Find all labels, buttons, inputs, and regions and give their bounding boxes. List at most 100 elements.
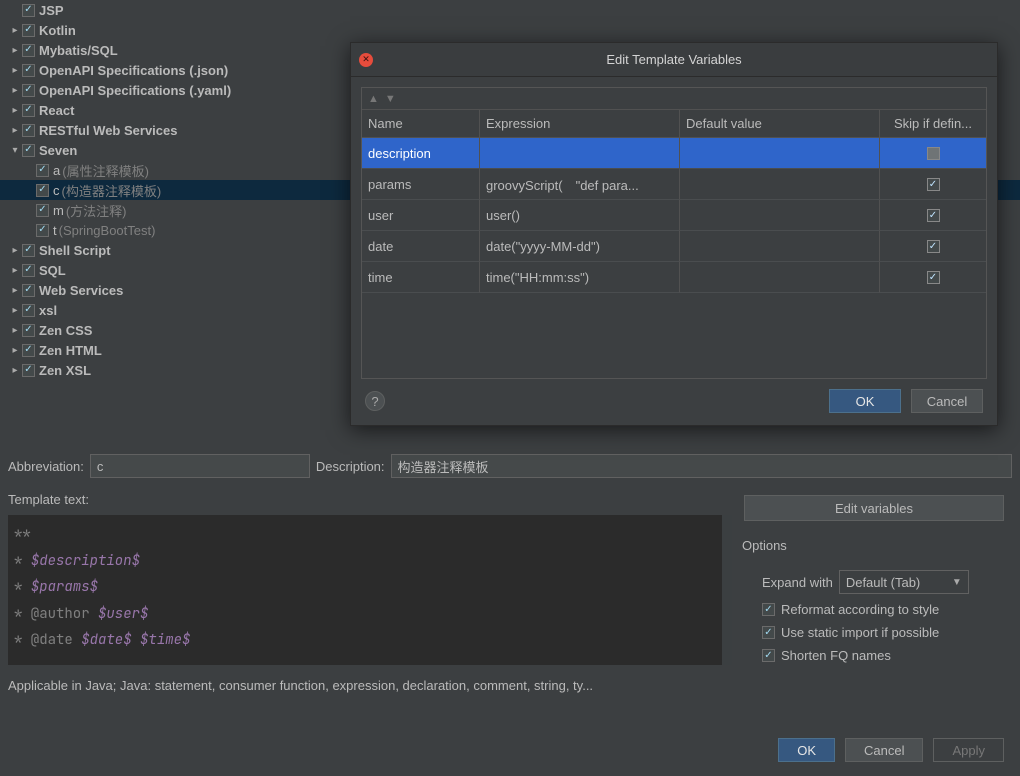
table-row[interactable]: datedate("yyyy-MM-dd") — [362, 231, 986, 262]
checkbox-shorten-fq[interactable] — [762, 649, 775, 662]
cell-default[interactable] — [680, 169, 880, 200]
chevron-right-icon[interactable]: ▸ — [8, 243, 22, 257]
cell-expression[interactable]: user() — [480, 200, 680, 231]
checkbox[interactable] — [22, 64, 35, 77]
checkbox-static-import[interactable] — [762, 626, 775, 639]
tree-item-jsp[interactable]: JSP — [39, 3, 64, 18]
tree-item-openapi-yaml[interactable]: OpenAPI Specifications (.yaml) — [39, 83, 231, 98]
cell-default[interactable] — [680, 231, 880, 262]
description-input[interactable] — [391, 454, 1012, 478]
template-text-editor[interactable]: ** * $description$ * $params$ * @author … — [8, 515, 732, 665]
chevron-down-icon[interactable]: ▾ — [8, 143, 22, 157]
table-row[interactable]: useruser() — [362, 200, 986, 231]
tree-item-webservices[interactable]: Web Services — [39, 283, 123, 298]
chevron-right-icon[interactable]: ▸ — [8, 363, 22, 377]
tree-item-m[interactable]: m — [53, 203, 64, 218]
cell-expression[interactable]: time("HH:mm:ss") — [480, 262, 680, 293]
col-skip[interactable]: Skip if defin... — [880, 110, 986, 137]
cell-expression[interactable]: date("yyyy-MM-dd") — [480, 231, 680, 262]
tree-item-t[interactable]: t — [53, 223, 57, 238]
col-expression[interactable]: Expression — [480, 110, 680, 137]
abbreviation-input[interactable] — [90, 454, 310, 478]
help-button[interactable]: ? — [365, 391, 385, 411]
scrollbar[interactable] — [722, 515, 732, 665]
cell-default[interactable] — [680, 262, 880, 293]
tree-item-react[interactable]: React — [39, 103, 74, 118]
cancel-button[interactable]: Cancel — [845, 738, 923, 762]
ok-button[interactable]: OK — [829, 389, 901, 413]
table-row[interactable]: timetime("HH:mm:ss") — [362, 262, 986, 293]
chevron-right-icon[interactable]: ▸ — [8, 23, 22, 37]
chevron-right-icon[interactable]: ▸ — [8, 103, 22, 117]
edit-variables-button[interactable]: Edit variables — [744, 495, 1004, 521]
checkbox[interactable] — [22, 24, 35, 37]
col-name[interactable]: Name — [362, 110, 480, 137]
checkbox[interactable] — [22, 284, 35, 297]
col-default[interactable]: Default value — [680, 110, 880, 137]
tree-item-mybatis[interactable]: Mybatis/SQL — [39, 43, 118, 58]
skip-checkbox[interactable] — [927, 271, 940, 284]
checkbox[interactable] — [22, 324, 35, 337]
skip-checkbox[interactable] — [927, 147, 940, 160]
expand-with-select[interactable]: Default (Tab)▼ — [839, 570, 969, 594]
cell-name[interactable]: date — [362, 231, 480, 262]
chevron-right-icon[interactable]: ▸ — [8, 123, 22, 137]
checkbox[interactable] — [22, 44, 35, 57]
cell-name[interactable]: user — [362, 200, 480, 231]
tree-item-openapi-json[interactable]: OpenAPI Specifications (.json) — [39, 63, 228, 78]
chevron-right-icon[interactable]: ▸ — [8, 343, 22, 357]
checkbox-reformat[interactable] — [762, 603, 775, 616]
move-down-icon[interactable]: ▼ — [385, 93, 396, 105]
checkbox[interactable] — [22, 104, 35, 117]
chevron-right-icon[interactable]: ▸ — [8, 43, 22, 57]
chevron-right-icon[interactable]: ▸ — [8, 303, 22, 317]
checkbox[interactable] — [22, 264, 35, 277]
cell-default[interactable] — [680, 138, 880, 169]
move-up-icon[interactable]: ▲ — [368, 93, 379, 105]
tree-item-a[interactable]: a — [53, 163, 60, 178]
checkbox[interactable] — [22, 344, 35, 357]
cell-expression[interactable]: groovyScript( "def para... — [480, 169, 680, 200]
tree-item-c[interactable]: c — [53, 183, 60, 198]
chevron-right-icon[interactable]: ▸ — [8, 63, 22, 77]
checkbox[interactable] — [36, 164, 49, 177]
checkbox[interactable] — [22, 244, 35, 257]
tree-item-zencss[interactable]: Zen CSS — [39, 323, 92, 338]
table-row[interactable]: description — [362, 138, 986, 169]
chevron-right-icon[interactable]: ▸ — [8, 263, 22, 277]
tree-item-seven[interactable]: Seven — [39, 143, 77, 158]
checkbox[interactable] — [36, 204, 49, 217]
checkbox[interactable] — [36, 224, 49, 237]
cell-name[interactable]: time — [362, 262, 480, 293]
checkbox[interactable] — [22, 364, 35, 377]
checkbox[interactable] — [22, 304, 35, 317]
cell-name[interactable]: description — [362, 138, 480, 169]
ok-button[interactable]: OK — [778, 738, 835, 762]
skip-checkbox[interactable] — [927, 209, 940, 222]
chevron-right-icon[interactable]: ▸ — [8, 283, 22, 297]
cell-skip[interactable] — [880, 231, 986, 262]
cell-name[interactable]: params — [362, 169, 480, 200]
cell-expression[interactable] — [480, 138, 680, 169]
table-row[interactable]: paramsgroovyScript( "def para... — [362, 169, 986, 200]
checkbox[interactable] — [22, 84, 35, 97]
apply-button[interactable]: Apply — [933, 738, 1004, 762]
cell-skip[interactable] — [880, 200, 986, 231]
tree-item-kotlin[interactable]: Kotlin — [39, 23, 76, 38]
skip-checkbox[interactable] — [927, 240, 940, 253]
chevron-right-icon[interactable]: ▸ — [8, 323, 22, 337]
cell-skip[interactable] — [880, 262, 986, 293]
tree-item-shellscript[interactable]: Shell Script — [39, 243, 111, 258]
tree-item-restful[interactable]: RESTful Web Services — [39, 123, 177, 138]
dialog-titlebar[interactable]: ✕ Edit Template Variables — [351, 43, 997, 77]
checkbox[interactable] — [36, 184, 49, 197]
cell-skip[interactable] — [880, 169, 986, 200]
checkbox[interactable] — [22, 4, 35, 17]
chevron-right-icon[interactable]: ▸ — [8, 83, 22, 97]
tree-item-zenxsl[interactable]: Zen XSL — [39, 363, 91, 378]
cell-default[interactable] — [680, 200, 880, 231]
tree-item-zenhtml[interactable]: Zen HTML — [39, 343, 102, 358]
cancel-button[interactable]: Cancel — [911, 389, 983, 413]
tree-item-sql[interactable]: SQL — [39, 263, 66, 278]
checkbox[interactable] — [22, 144, 35, 157]
